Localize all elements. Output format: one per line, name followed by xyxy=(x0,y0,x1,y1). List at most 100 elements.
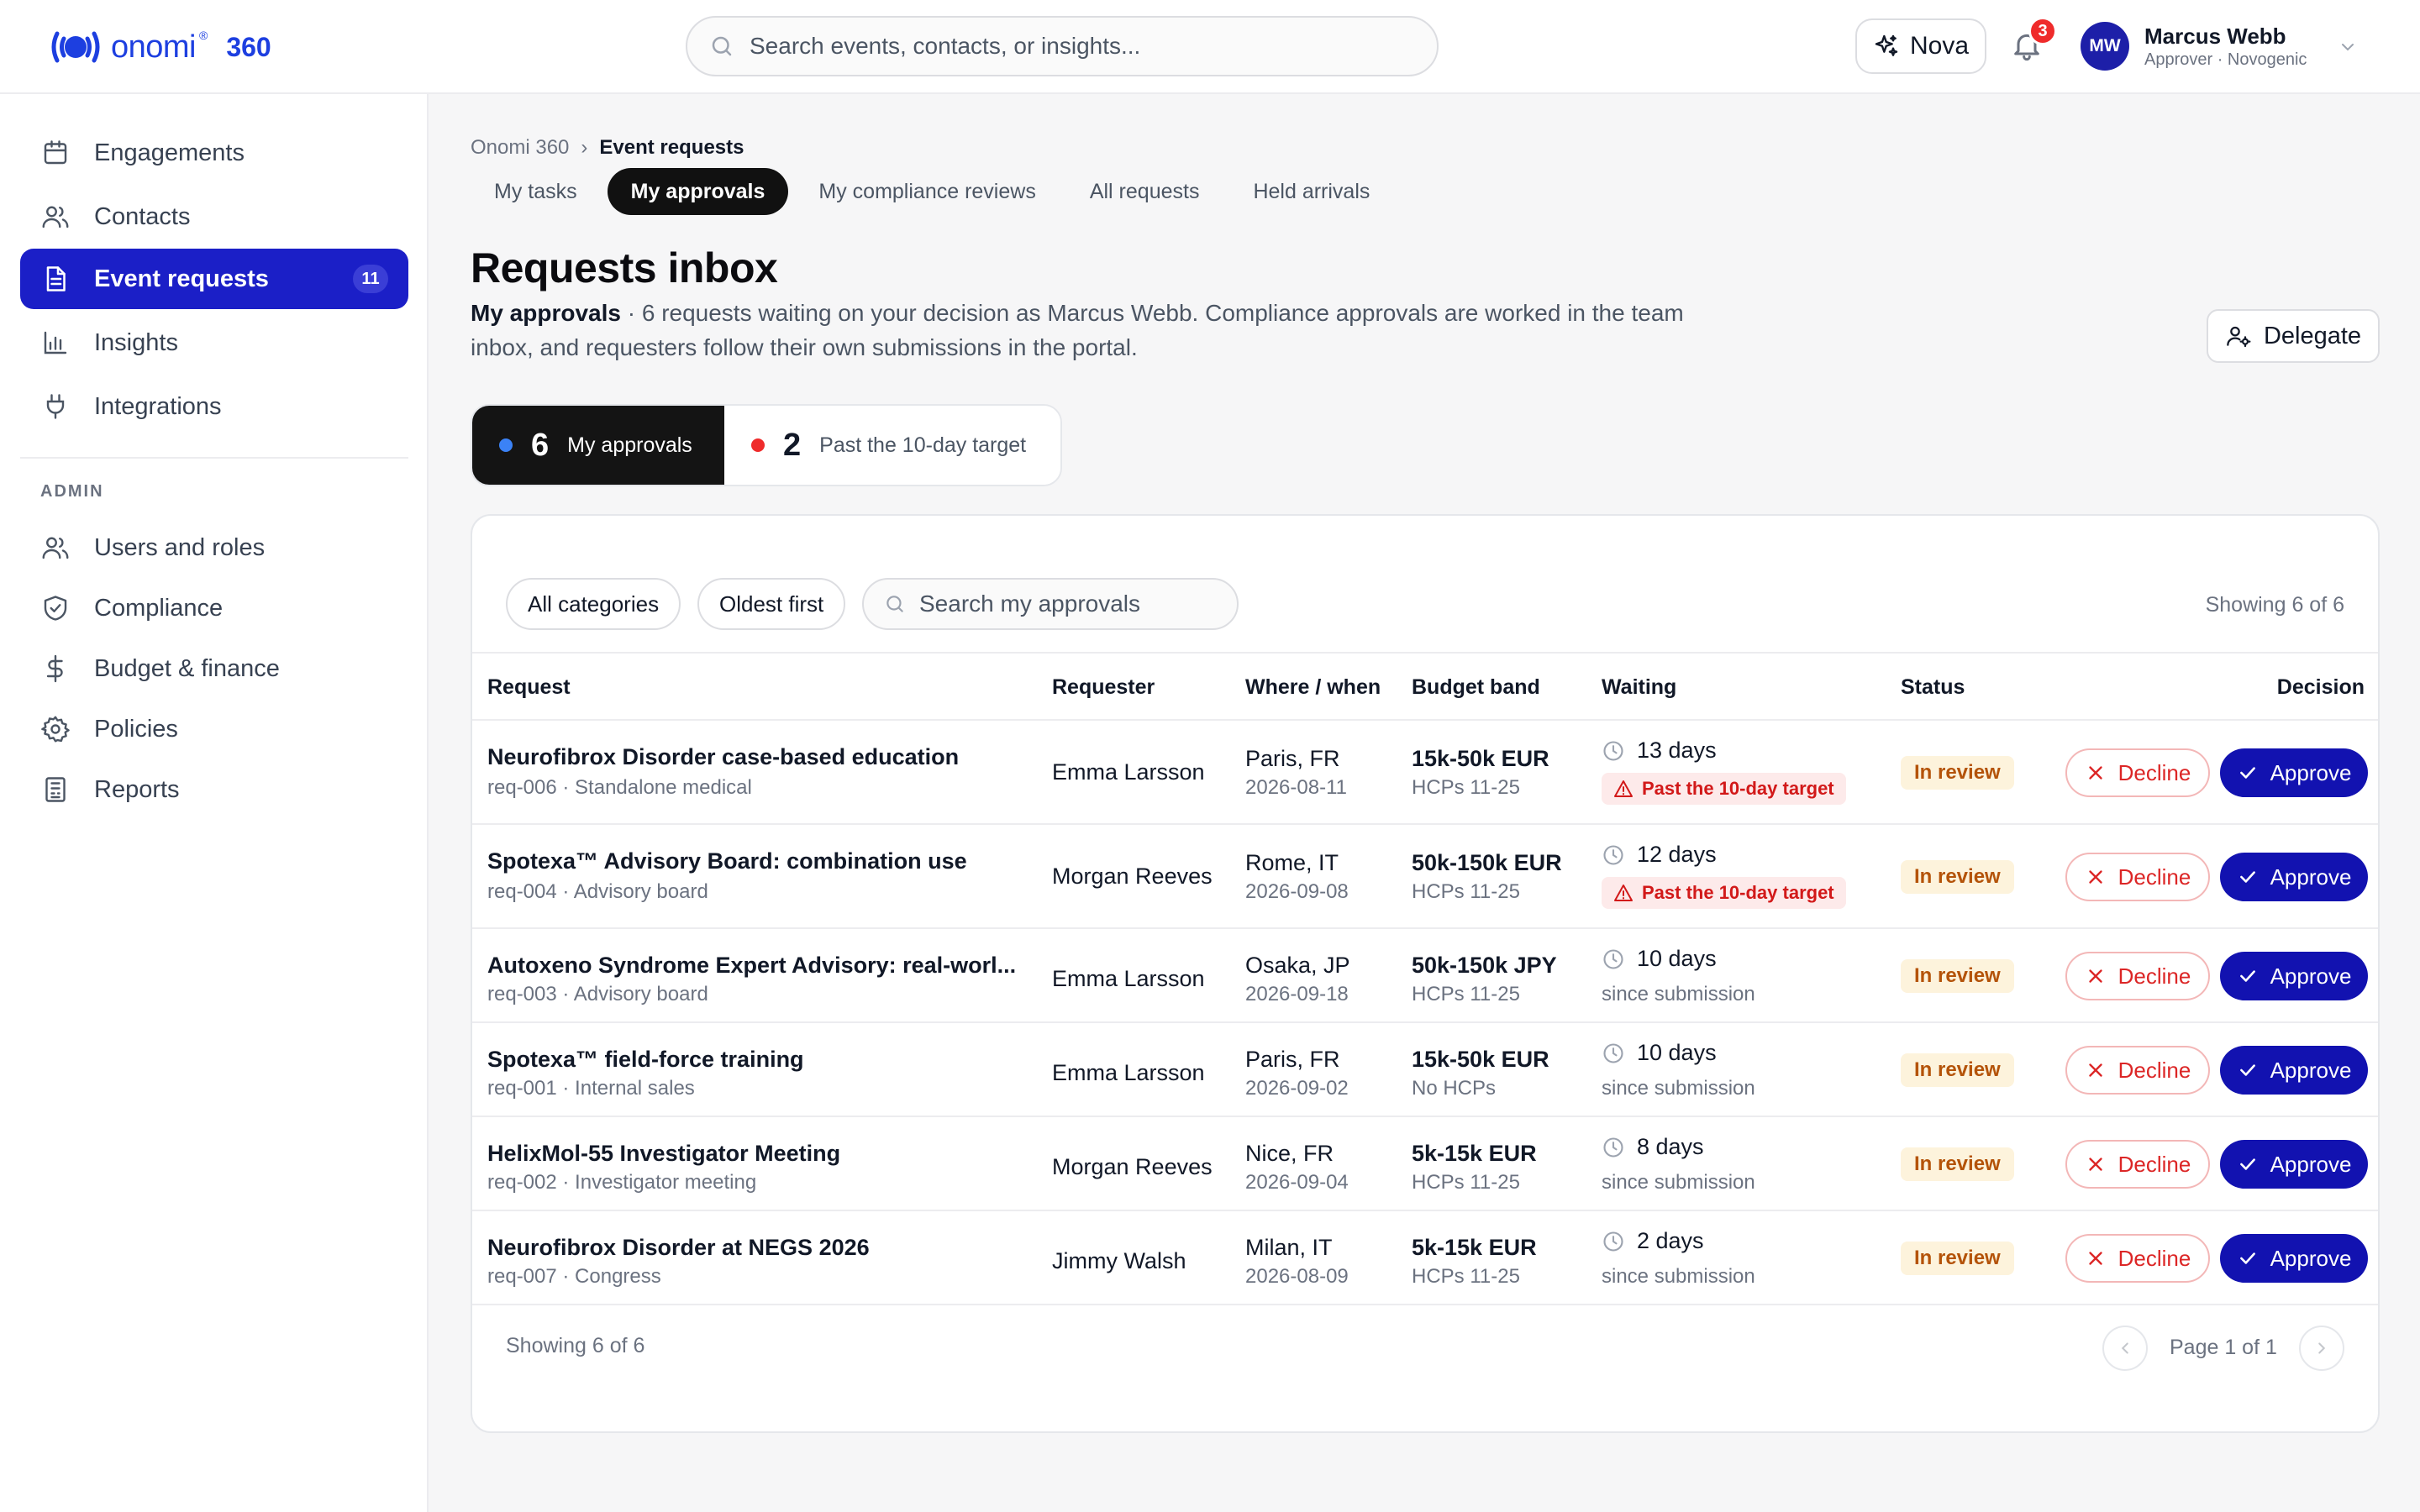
top-bar: onomi ® 360 Nova 3 MW Marcus Webb Approv… xyxy=(0,0,2420,94)
gear-icon xyxy=(41,716,70,743)
column-where-when: Where / when xyxy=(1245,675,1381,699)
close-icon xyxy=(2088,1063,2102,1077)
waiting-days: 12 days xyxy=(1637,842,1717,867)
sidebar-item-integrations[interactable]: Integrations xyxy=(20,376,408,437)
global-search-input[interactable] xyxy=(750,33,1405,60)
sidebar-item-label: Insights xyxy=(94,328,178,356)
approve-button[interactable]: Approve xyxy=(2220,952,2368,1000)
page-subtitle: My approvals · 6 requests waiting on you… xyxy=(471,296,1731,365)
table-row[interactable]: Neurofibrox Disorder case-based educatio… xyxy=(472,721,2378,825)
sidebar-item-reports[interactable]: Reports xyxy=(20,759,408,820)
decline-button[interactable]: Decline xyxy=(2065,952,2210,1000)
sidebar-item-event-requests[interactable]: Event requests 11 xyxy=(20,249,408,309)
dollar-icon xyxy=(46,654,63,683)
hcp-count: HCPs 11-25 xyxy=(1412,880,1520,903)
decline-button[interactable]: Decline xyxy=(2065,853,2210,901)
budget-band: 15k-50k EUR xyxy=(1412,1047,1549,1072)
tab-my-tasks[interactable]: My tasks xyxy=(471,168,601,215)
nova-button[interactable]: Nova xyxy=(1855,18,1986,74)
approve-label: Approve xyxy=(2270,963,2352,989)
approvals-search-input[interactable] xyxy=(919,591,1230,617)
hcp-count: HCPs 11-25 xyxy=(1412,1171,1520,1194)
approve-button[interactable]: Approve xyxy=(2220,853,2368,901)
decline-label: Decline xyxy=(2118,864,2191,890)
chevron-left-icon xyxy=(2121,1342,2128,1354)
status-badge: In review xyxy=(1901,860,2014,894)
chevron-down-icon[interactable] xyxy=(2338,37,2358,57)
sort-filter[interactable]: Oldest first xyxy=(697,578,846,630)
waiting-time: 10 days xyxy=(1602,1040,1717,1066)
request-title[interactable]: Autoxeno Syndrome Expert Advisory: real-… xyxy=(487,953,1016,979)
summary-card-my-approvals[interactable]: 6 My approvals xyxy=(472,406,724,485)
sidebar-item-label: Engagements xyxy=(94,139,245,166)
sidebar: Engagements Contacts Event requests 11 I… xyxy=(0,94,429,1512)
sidebar-item-engagements[interactable]: Engagements xyxy=(20,123,408,183)
page-subtitle-text: · 6 requests waiting on your decision as… xyxy=(471,300,1684,360)
table-row[interactable]: Spotexa™ Advisory Board: combination use… xyxy=(472,825,2378,929)
next-page-button[interactable] xyxy=(2299,1326,2344,1371)
decline-button[interactable]: Decline xyxy=(2065,1046,2210,1095)
breadcrumb-root[interactable]: Onomi 360 xyxy=(471,136,569,160)
user-name[interactable]: Marcus Webb xyxy=(2144,24,2286,50)
budget-band: 15k-50k EUR xyxy=(1412,746,1549,771)
check-icon xyxy=(2239,1064,2255,1076)
tab-my-approvals[interactable]: My approvals xyxy=(607,168,789,215)
breadcrumb-separator: › xyxy=(581,136,588,159)
hcp-count: HCPs 11-25 xyxy=(1412,983,1520,1005)
approve-button[interactable]: Approve xyxy=(2220,1046,2368,1095)
delegate-label: Delegate xyxy=(2263,322,2362,349)
decline-button[interactable]: Decline xyxy=(2065,1140,2210,1189)
tab-my-compliance-reviews[interactable]: My compliance reviews xyxy=(795,168,1059,215)
close-icon xyxy=(2088,1252,2102,1265)
summary-count: 2 xyxy=(783,427,802,463)
request-title[interactable]: HelixMol-55 Investigator Meeting xyxy=(487,1141,840,1167)
sidebar-item-insights[interactable]: Insights xyxy=(20,312,408,373)
approve-button[interactable]: Approve xyxy=(2220,748,2368,797)
decline-label: Decline xyxy=(2118,1151,2191,1177)
global-search[interactable] xyxy=(686,16,1439,76)
sidebar-item-contacts[interactable]: Contacts xyxy=(20,186,408,247)
table-row[interactable]: Neurofibrox Disorder at NEGS 2026 req-00… xyxy=(472,1211,2378,1305)
request-title[interactable]: Neurofibrox Disorder case-based educatio… xyxy=(487,744,959,770)
sidebar-item-label: Policies xyxy=(94,715,178,743)
request-meta: req-006 · Standalone medical xyxy=(487,776,752,799)
waiting-time: 12 days xyxy=(1602,842,1717,868)
summary-dot xyxy=(751,438,765,452)
approve-button[interactable]: Approve xyxy=(2220,1140,2368,1189)
table-row[interactable]: Autoxeno Syndrome Expert Advisory: real-… xyxy=(472,929,2378,1023)
sidebar-item-budget-finance[interactable]: Budget & finance xyxy=(20,638,408,699)
request-title[interactable]: Neurofibrox Disorder at NEGS 2026 xyxy=(487,1235,870,1261)
table-row[interactable]: Spotexa™ field-force training req-001 · … xyxy=(472,1023,2378,1117)
sidebar-item-policies[interactable]: Policies xyxy=(20,699,408,759)
clock-icon xyxy=(1603,1042,1623,1063)
onomi-logo[interactable]: onomi ® 360 xyxy=(49,25,271,69)
sidebar-item-compliance[interactable]: Compliance xyxy=(20,578,408,638)
waiting-days: 10 days xyxy=(1637,1040,1717,1065)
requester-name: Emma Larsson xyxy=(1052,966,1205,991)
showing-count-bottom: Showing 6 of 6 xyxy=(506,1334,645,1357)
breadcrumb-current: Event requests xyxy=(599,136,744,159)
request-title[interactable]: Spotexa™ field-force training xyxy=(487,1047,804,1073)
table-row[interactable]: HelixMol-55 Investigator Meeting req-002… xyxy=(472,1117,2378,1211)
summary-card-past-target[interactable]: 2 Past the 10-day target xyxy=(724,406,1060,485)
avatar[interactable]: MW xyxy=(2081,22,2129,71)
admin-section-label: ADMIN xyxy=(40,482,104,501)
check-icon xyxy=(2239,970,2255,982)
sidebar-item-users-and-roles[interactable]: Users and roles xyxy=(20,517,408,578)
approvals-search[interactable] xyxy=(862,578,1239,630)
tab-all-requests[interactable]: All requests xyxy=(1066,168,1223,215)
category-filter[interactable]: All categories xyxy=(506,578,681,630)
waiting-time: 10 days xyxy=(1602,946,1717,972)
column-requester: Requester xyxy=(1052,675,1155,699)
decline-button[interactable]: Decline xyxy=(2065,1234,2210,1283)
delegate-button[interactable]: Delegate xyxy=(2207,309,2380,363)
decline-button[interactable]: Decline xyxy=(2065,748,2210,797)
waiting-days: 10 days xyxy=(1637,946,1717,971)
request-title[interactable]: Spotexa™ Advisory Board: combination use xyxy=(487,848,967,874)
tab-held-arrivals[interactable]: Held arrivals xyxy=(1229,168,1393,215)
approve-button[interactable]: Approve xyxy=(2220,1234,2368,1283)
prev-page-button[interactable] xyxy=(2102,1326,2148,1371)
column-budget-band: Budget band xyxy=(1412,675,1540,699)
summary-count: 6 xyxy=(531,427,550,463)
summary-dot xyxy=(499,438,513,452)
